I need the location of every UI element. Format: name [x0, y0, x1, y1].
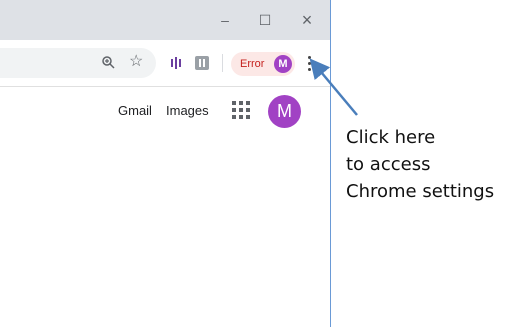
maximize-button[interactable]: ☐ — [255, 10, 275, 30]
profile-error-label: Error — [240, 58, 265, 70]
title-bar: – ☐ × — [0, 0, 330, 40]
close-button[interactable]: × — [297, 10, 317, 30]
annotation-arrow — [309, 58, 358, 116]
extension-gray-icon[interactable] — [195, 56, 209, 75]
annotation-line-1: Click here — [346, 127, 436, 148]
toolbar-separator — [222, 54, 223, 72]
account-avatar[interactable]: M — [268, 95, 301, 128]
annotation-line-3: Chrome settings — [346, 181, 495, 202]
annotation-text: Click here to access Chrome settings — [346, 124, 494, 205]
zoom-icon[interactable] — [101, 55, 115, 72]
images-link[interactable]: Images — [166, 102, 209, 120]
annotation-line-2: to access — [346, 154, 431, 175]
profile-avatar[interactable]: M — [274, 55, 292, 73]
apps-grid-icon[interactable] — [232, 101, 250, 119]
star-icon[interactable]: ☆ — [129, 54, 143, 70]
minimize-button[interactable]: – — [215, 10, 235, 30]
browser-window: – ☐ × ☆ Error M Gmail Images M — [0, 0, 331, 327]
gmail-link[interactable]: Gmail — [118, 102, 152, 120]
extension-purple-icon[interactable] — [171, 56, 181, 74]
